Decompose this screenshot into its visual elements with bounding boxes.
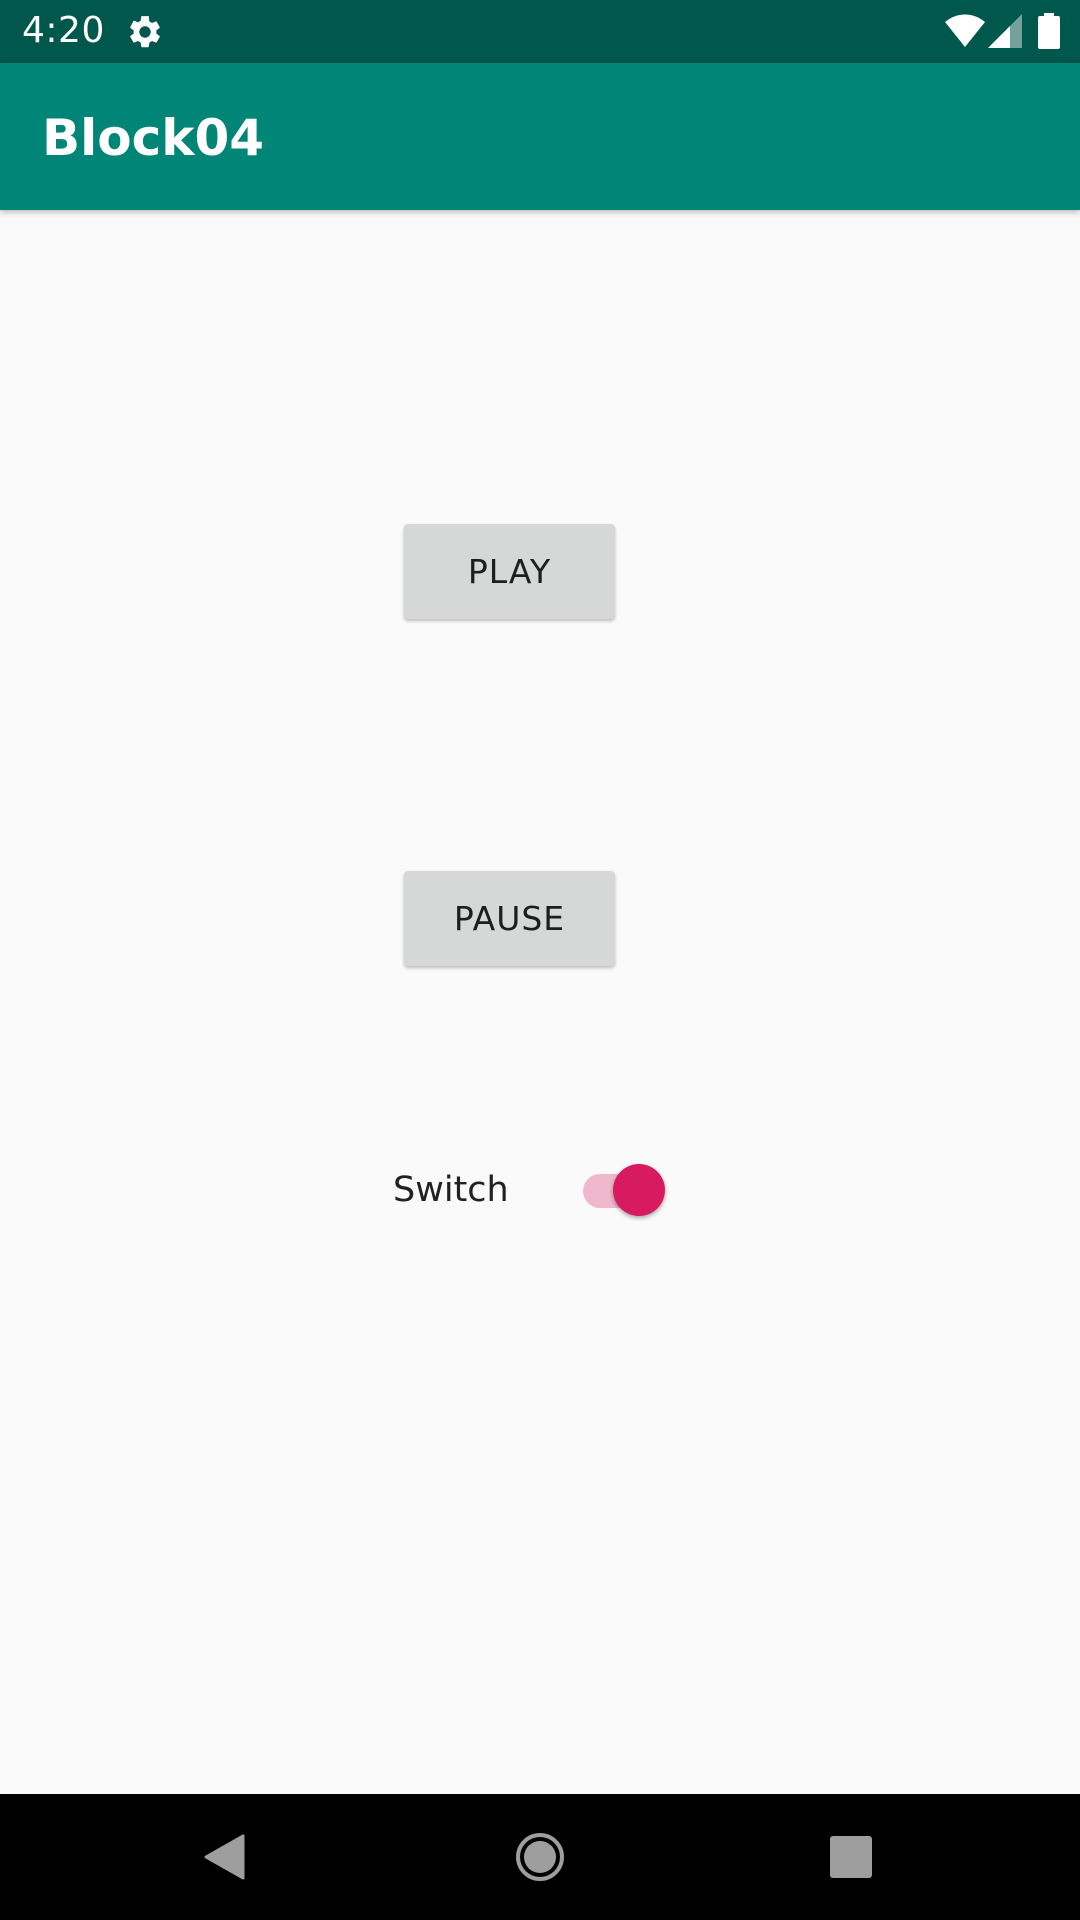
pause-button[interactable]: PAUSE bbox=[404, 871, 615, 966]
switch-label: Switch bbox=[393, 1170, 509, 1210]
battery-icon bbox=[1038, 13, 1060, 49]
home-icon[interactable] bbox=[515, 1832, 565, 1882]
app-bar: Block04 bbox=[0, 63, 1080, 210]
wifi-icon bbox=[945, 14, 985, 47]
back-icon[interactable] bbox=[203, 1834, 247, 1880]
app-title: Block04 bbox=[42, 109, 265, 167]
play-button[interactable]: PLAY bbox=[404, 524, 615, 619]
navigation-bar bbox=[0, 1794, 1080, 1920]
settings-gear-icon bbox=[130, 16, 160, 48]
recents-icon[interactable] bbox=[830, 1836, 872, 1878]
switch-thumb[interactable] bbox=[613, 1164, 665, 1216]
status-bar: 4:20 bbox=[0, 0, 1080, 63]
switch-toggle[interactable]: Switch bbox=[393, 1150, 673, 1230]
screen: 4:20 Block04 PLAY PAUSE Switch bbox=[0, 0, 1080, 1920]
cell-signal-icon bbox=[988, 14, 1022, 48]
main-content: PLAY PAUSE Switch bbox=[0, 210, 1080, 1794]
status-time: 4:20 bbox=[22, 10, 105, 51]
